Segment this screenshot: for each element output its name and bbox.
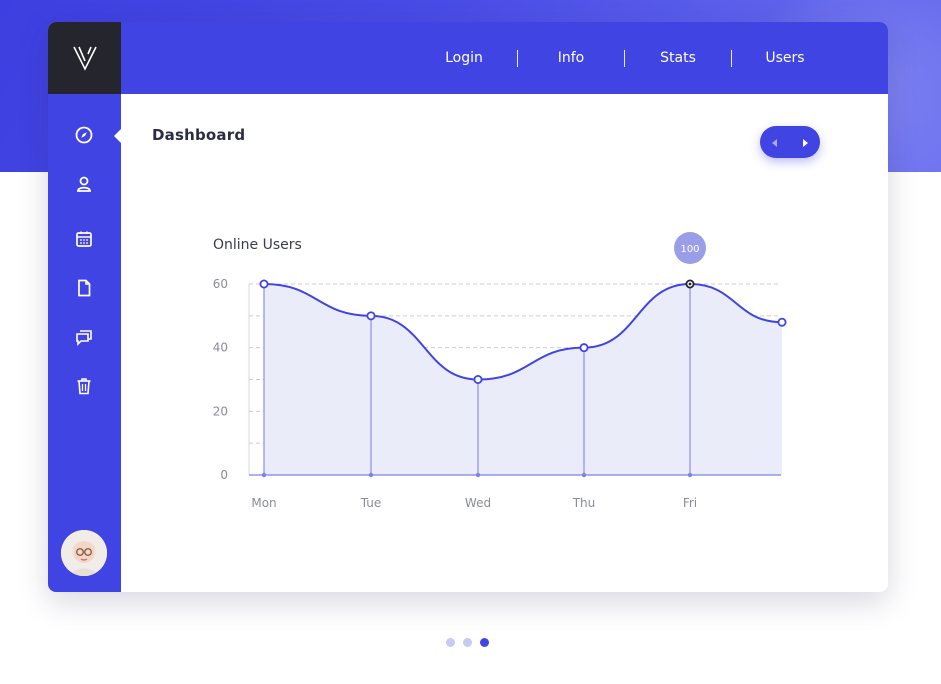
y-tick-label: 40 (213, 341, 228, 355)
data-point (473, 374, 483, 384)
data-point (685, 279, 695, 289)
carousel-dot[interactable] (446, 638, 455, 647)
x-tick-label: Fri (683, 496, 697, 510)
chevron-right-icon[interactable] (800, 133, 810, 152)
x-tick-label: Thu (572, 496, 596, 510)
active-indicator (114, 128, 122, 144)
nav-login[interactable]: Login (411, 50, 517, 66)
avatar[interactable] (61, 530, 107, 576)
nav-stats[interactable]: Stats (625, 50, 731, 66)
y-tick-label: 0 (220, 468, 228, 482)
logo-icon (72, 46, 97, 71)
nav-info[interactable]: Info (518, 50, 624, 66)
top-navbar: Login Info Stats Users (121, 22, 888, 94)
main-nav: Login Info Stats Users (411, 22, 838, 94)
x-tick-label: Tue (360, 496, 382, 510)
tooltip-bubble (674, 232, 706, 264)
y-tick-label: 60 (213, 277, 228, 291)
x-tick-label: Mon (251, 496, 276, 510)
dashboard-card: Login Info Stats Users Dashboard Online … (48, 22, 888, 592)
chat-icon[interactable] (75, 328, 93, 346)
baseline-dot (368, 472, 374, 478)
trash-icon[interactable] (75, 377, 93, 395)
pager-control (760, 126, 820, 158)
baseline-dot (581, 472, 587, 478)
user-icon[interactable] (75, 175, 93, 193)
nav-users[interactable]: Users (732, 50, 838, 66)
baseline-dot (261, 472, 267, 478)
data-point (259, 279, 269, 289)
page-title: Dashboard (152, 126, 246, 144)
document-icon[interactable] (75, 279, 93, 297)
logo[interactable] (48, 22, 121, 94)
x-tick-label: Wed (465, 496, 491, 510)
carousel-dots (446, 638, 489, 647)
tooltip-value: 100 (680, 244, 699, 255)
data-point (777, 317, 787, 327)
y-tick-label: 20 (213, 404, 228, 418)
data-point (366, 311, 376, 321)
baseline-dot (475, 472, 481, 478)
carousel-dot[interactable] (463, 638, 472, 647)
calendar-icon[interactable] (75, 230, 93, 248)
carousel-dot-active[interactable] (480, 638, 489, 647)
chevron-left-icon[interactable] (770, 133, 780, 152)
avatar-image (61, 530, 107, 576)
chart-title: Online Users (213, 237, 302, 253)
baseline-dot (687, 472, 693, 478)
online-users-chart: 0 20 40 60 Mon Tue Wed Thu Fri 100 (213, 232, 787, 510)
sidebar (48, 94, 122, 592)
data-point-center (688, 282, 692, 286)
data-point (579, 343, 589, 353)
series-line (263, 282, 783, 381)
area-fill (264, 284, 782, 475)
compass-icon[interactable] (75, 126, 93, 144)
